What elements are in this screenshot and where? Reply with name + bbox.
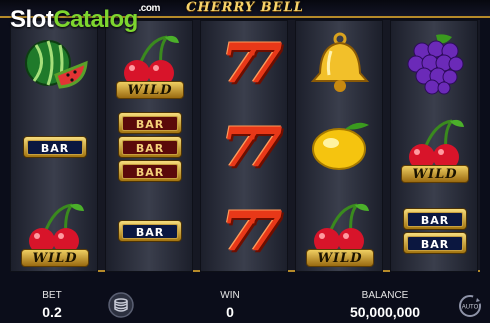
bar-tile: BAR (23, 136, 87, 158)
bar-text: BAR (122, 163, 178, 179)
cherry-wild-symbol: WILD (11, 189, 99, 273)
wild-banner: WILD (401, 165, 469, 183)
seven-symbol: 77 (201, 189, 289, 273)
seven-icon: 77 (221, 115, 282, 179)
cherry-wild-symbol: WILD (391, 105, 479, 189)
seven-symbol: 77 (201, 105, 289, 189)
bar-tile: BAR (403, 232, 467, 254)
slotcatalog-logo: SlotCatalog .com (10, 3, 160, 40)
reel-1: BAR WILD (10, 20, 98, 272)
balance-value: 50,000,000 (349, 304, 421, 320)
seven-icon: 77 (221, 199, 282, 263)
bar-tile: BAR (118, 220, 182, 242)
auto-label: AUTO (462, 305, 479, 311)
logo-com-text: .com (138, 3, 161, 14)
reel-5: WILD BAR BAR (390, 20, 478, 272)
bet-value: 0.2 (42, 304, 62, 320)
wild-banner: WILD (21, 249, 89, 267)
bell-icon (310, 32, 370, 92)
logo-slot-text: Slot (10, 6, 54, 33)
bar-text: BAR (27, 139, 83, 155)
logo-catalog-text: Catalog (53, 6, 138, 33)
bar-text: BAR (407, 211, 463, 227)
bar-tile: BAR (403, 208, 467, 230)
lemon-icon (312, 122, 369, 170)
bar-text: BAR (122, 139, 178, 155)
watermelon-icon (25, 40, 88, 89)
reel-2: WILD BAR BAR BAR BAR (105, 20, 193, 272)
grapes-icon (407, 34, 464, 95)
bell-symbol (296, 21, 384, 105)
wild-banner: WILD (306, 249, 374, 267)
bar-tile: BAR (118, 112, 182, 134)
cherry-wild-symbol: WILD (296, 189, 384, 273)
reel-grid: BAR WILD WILD BAR BAR BAR BAR 77 77 77 W… (10, 20, 480, 272)
bar-symbol: BAR (106, 189, 194, 273)
balance-label: BALANCE (361, 290, 409, 301)
autoplay-button[interactable]: AUTO (458, 294, 482, 318)
bar-text: BAR (122, 223, 178, 239)
bar-tile: BAR (118, 160, 182, 182)
bar-text: BAR (407, 235, 463, 251)
bet-label: BET (42, 290, 62, 301)
reel-3: 77 77 77 (200, 20, 288, 272)
control-bar: BET 0.2 WIN 0 BALANCE 50,000,000 AUTO (0, 276, 490, 323)
seven-icon: 77 (221, 31, 282, 95)
wild-banner: WILD (116, 81, 184, 99)
coin-stack-button[interactable] (108, 292, 134, 318)
triple-bar-symbol: BAR BAR BAR (106, 105, 194, 189)
bar-symbol: BAR (11, 105, 99, 189)
game-title: CHERRY BELL (186, 0, 304, 15)
bar-tile: BAR (118, 136, 182, 158)
bar-text: BAR (122, 115, 178, 131)
win-label: WIN (220, 290, 240, 301)
win-value: 0 (226, 304, 234, 320)
seven-symbol: 77 (201, 21, 289, 105)
lemon-symbol (296, 105, 384, 189)
reel-4: WILD (295, 20, 383, 272)
grapes-symbol (391, 21, 479, 105)
double-bar-symbol: BAR BAR (391, 189, 479, 273)
